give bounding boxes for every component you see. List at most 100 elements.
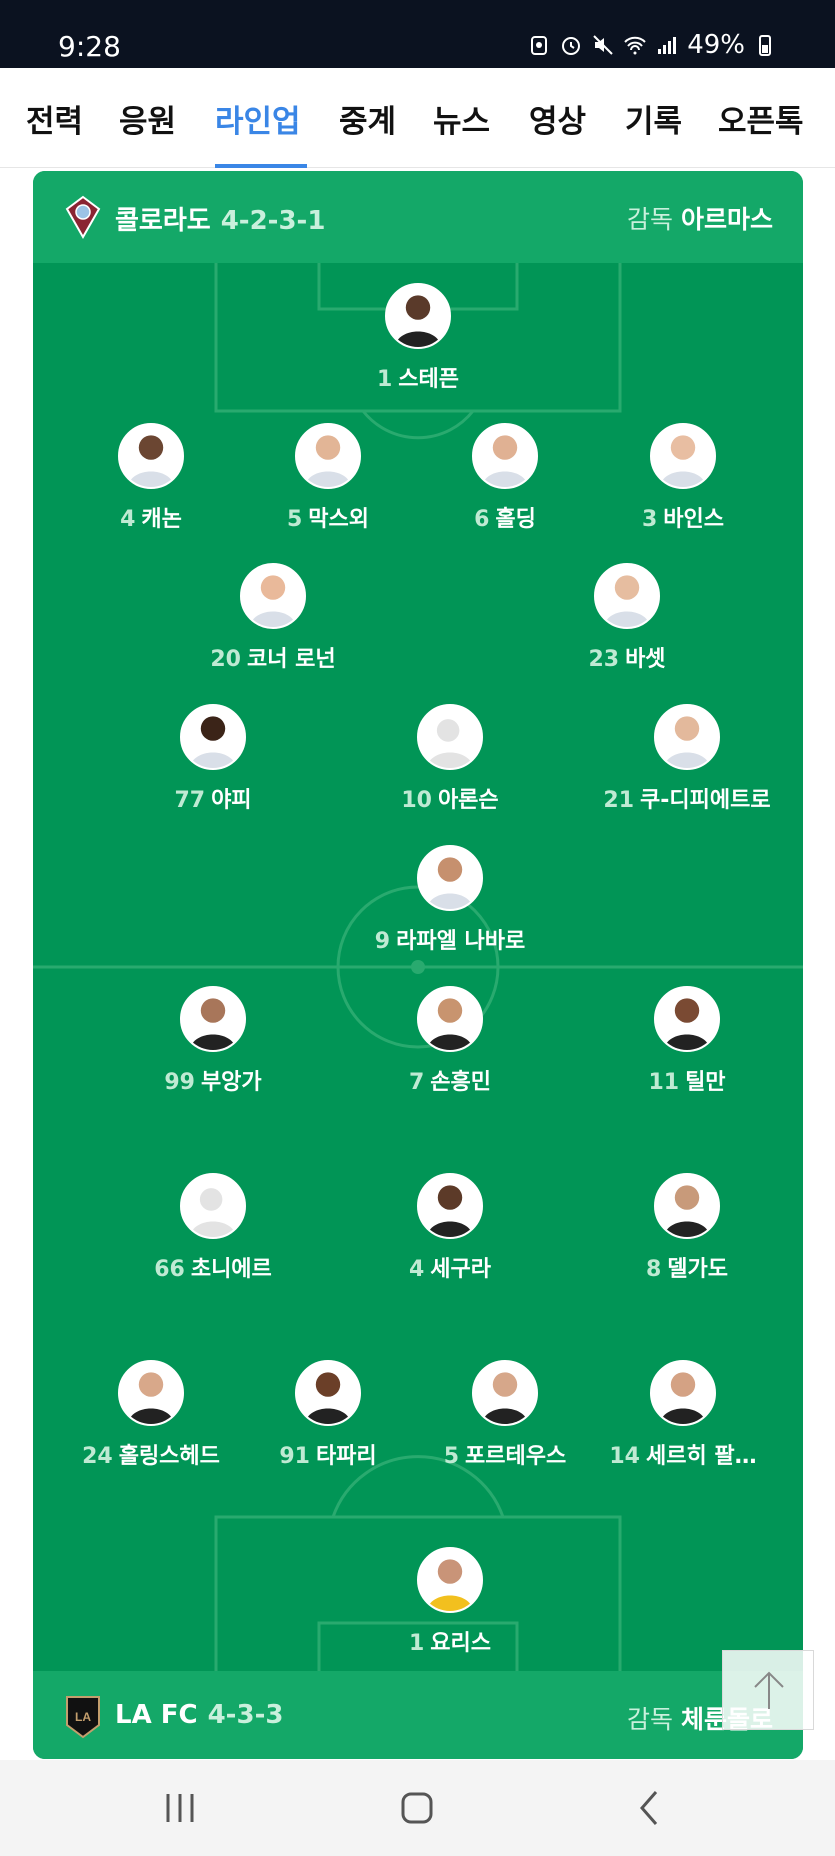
player-number: 14 bbox=[609, 1444, 640, 1469]
player-avatar bbox=[240, 563, 306, 629]
tab-strength[interactable]: 전력 bbox=[26, 96, 83, 141]
active-tab-indicator bbox=[215, 164, 307, 168]
player-name: 틸만 bbox=[685, 1070, 726, 1095]
player-name: 타파리 bbox=[315, 1444, 377, 1469]
wifi-icon bbox=[624, 36, 646, 55]
away-player-3[interactable]: 11 틸만 bbox=[577, 986, 797, 1096]
player-number: 5 bbox=[443, 1444, 460, 1469]
battery-icon bbox=[759, 35, 771, 56]
player-name: 쿠-디피에트로 bbox=[640, 788, 771, 813]
scroll-to-top-button[interactable] bbox=[722, 1650, 814, 1730]
away-player-10[interactable]: 14 세르히 팔… bbox=[573, 1360, 793, 1470]
tab-news[interactable]: 뉴스 bbox=[433, 96, 490, 141]
mute-icon bbox=[593, 35, 613, 55]
home-coach-label: 감독 bbox=[626, 205, 673, 234]
player-avatar-placeholder bbox=[417, 704, 483, 770]
player-avatar bbox=[385, 283, 451, 349]
player-avatar bbox=[472, 1360, 538, 1426]
notification-icon bbox=[531, 36, 548, 55]
player-avatar bbox=[654, 1173, 720, 1239]
back-icon[interactable] bbox=[630, 1788, 670, 1828]
home-player-1[interactable]: 1 스테픈 bbox=[308, 283, 528, 393]
away-player-6[interactable]: 8 델가도 bbox=[577, 1173, 797, 1283]
player-number: 8 bbox=[645, 1257, 662, 1282]
battery-percent: 49% bbox=[687, 30, 745, 60]
player-number: 6 bbox=[474, 507, 490, 532]
home-coach-name: 아르마스 bbox=[680, 205, 773, 234]
away-player-2[interactable]: 7 손흥민 bbox=[340, 986, 560, 1096]
status-icons: 49% bbox=[527, 30, 777, 60]
tab-lineup[interactable]: 라인업 bbox=[215, 96, 301, 141]
player-name: 요리스 bbox=[430, 1631, 492, 1656]
arrow-up-icon bbox=[754, 1671, 784, 1709]
away-player-11[interactable]: 1 요리스 bbox=[340, 1547, 560, 1657]
away-player-1[interactable]: 99 부앙가 bbox=[103, 986, 323, 1096]
home-player-5[interactable]: 3 바인스 bbox=[573, 423, 793, 533]
player-avatar bbox=[417, 1173, 483, 1239]
home-player-7[interactable]: 23 바셋 bbox=[517, 563, 737, 673]
home-player-6[interactable]: 20 코너 로넌 bbox=[163, 563, 383, 673]
player-name: 세구라 bbox=[430, 1257, 492, 1282]
player-name: 야피 bbox=[211, 788, 252, 813]
player-name: 바인스 bbox=[663, 507, 725, 532]
player-avatar bbox=[417, 845, 483, 911]
player-avatar bbox=[650, 1360, 716, 1426]
away-team-name: LA FC 4-3-3 bbox=[115, 1700, 283, 1730]
player-number: 4 bbox=[120, 507, 136, 532]
player-number: 1 bbox=[376, 367, 393, 392]
tab-cheer[interactable]: 응원 bbox=[119, 96, 176, 141]
player-number: 7 bbox=[408, 1070, 425, 1095]
player-name: 라파엘 나바로 bbox=[396, 929, 526, 954]
tab-broadcast[interactable]: 중계 bbox=[339, 96, 396, 141]
pitch: 1 스테픈 4 캐논 5 막스외 6 홀딩 3 바인스 20 코너 로넌 23 바셋 bbox=[33, 263, 803, 1671]
home-team-bar: 콜로라도 4-2-3-1 감독 아르마스 bbox=[33, 171, 803, 263]
home-player-9[interactable]: 10 아론슨 bbox=[340, 704, 560, 814]
player-name: 손흥민 bbox=[430, 1070, 492, 1095]
tab-records[interactable]: 기록 bbox=[625, 96, 682, 141]
away-player-5[interactable]: 4 세구라 bbox=[340, 1173, 560, 1283]
player-number: 9 bbox=[374, 929, 391, 954]
away-team-bar: LA LA FC4-3-3 감독체룬돌로 bbox=[33, 1671, 803, 1759]
player-avatar bbox=[295, 423, 361, 489]
home-formation: 4-2-3-1 bbox=[220, 206, 326, 236]
signal-icon bbox=[658, 37, 677, 54]
home-player-11[interactable]: 9 라파엘 나바로 bbox=[340, 845, 560, 955]
home-team-name: 콜로라도 4-2-3-1 bbox=[115, 200, 325, 237]
player-number: 24 bbox=[82, 1444, 113, 1469]
away-player-4[interactable]: 66 초니에르 bbox=[103, 1173, 323, 1283]
player-number: 21 bbox=[603, 788, 635, 813]
player-avatar bbox=[472, 423, 538, 489]
player-name: 홀링스헤드 bbox=[118, 1444, 220, 1469]
player-name: 바셋 bbox=[625, 647, 666, 672]
player-number: 11 bbox=[648, 1070, 680, 1095]
recent-apps-icon[interactable] bbox=[160, 1788, 200, 1828]
player-number: 20 bbox=[210, 647, 241, 672]
lineup-card: 콜로라도 4-2-3-1 감독 아르마스 1 스테픈 4 캐논 5 막스외 6 … bbox=[33, 171, 803, 1759]
home-icon[interactable] bbox=[397, 1788, 437, 1828]
player-name: 스테픈 bbox=[398, 367, 460, 392]
tab-opentalk[interactable]: 오픈톡 bbox=[718, 96, 804, 141]
tab-video[interactable]: 영상 bbox=[529, 96, 586, 141]
away-formation: 4-3-3 bbox=[207, 1700, 284, 1730]
status-time: 9:28 bbox=[58, 30, 121, 63]
away-team-label: LA FC bbox=[115, 1700, 198, 1730]
player-avatar bbox=[654, 986, 720, 1052]
player-name: 코너 로넌 bbox=[247, 647, 336, 672]
player-name: 세르히 팔… bbox=[646, 1444, 757, 1469]
player-name: 포르테우스 bbox=[465, 1444, 567, 1469]
alarm-icon bbox=[562, 37, 581, 55]
svg-text:LA: LA bbox=[75, 1710, 91, 1724]
player-avatar bbox=[118, 423, 184, 489]
home-player-10[interactable]: 21 쿠-디피에트로 bbox=[577, 704, 797, 814]
player-number: 77 bbox=[174, 788, 206, 813]
player-number: 23 bbox=[588, 647, 620, 672]
player-name: 델가도 bbox=[667, 1257, 729, 1282]
home-player-8[interactable]: 77 야피 bbox=[103, 704, 323, 814]
player-name: 부앙가 bbox=[200, 1070, 262, 1095]
lafc-crest-icon: LA bbox=[66, 1696, 100, 1739]
player-name: 홀딩 bbox=[495, 507, 536, 532]
player-name: 아론슨 bbox=[437, 788, 499, 813]
tab-bar: 전력 응원 라인업 중계 뉴스 영상 기록 오픈톡 bbox=[0, 68, 835, 168]
away-coach-label: 감독 bbox=[626, 1705, 673, 1734]
player-avatar bbox=[417, 986, 483, 1052]
